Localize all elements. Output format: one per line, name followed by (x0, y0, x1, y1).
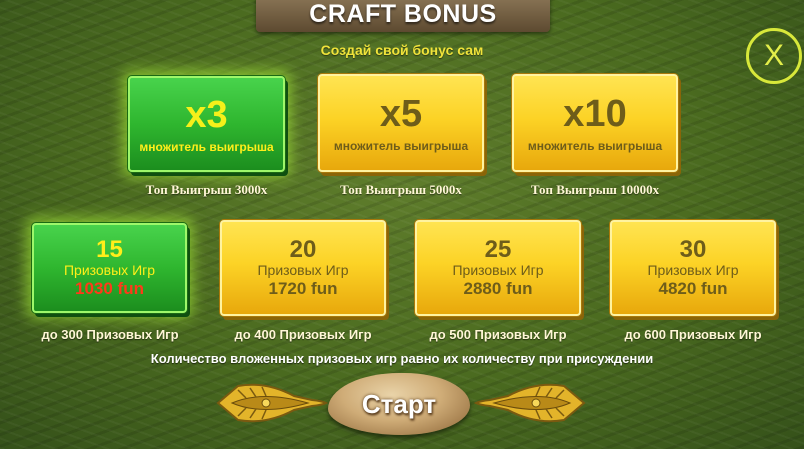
multiplier-caption: Топ Выигрыш 5000x (340, 182, 462, 197)
free-games-count: 30 (679, 235, 707, 263)
start-button[interactable]: Старт (328, 373, 470, 435)
free-games-count: 20 (289, 235, 317, 263)
title-board: CRAFT BONUS (256, 0, 550, 32)
free-games-label: Призовых Игр (647, 261, 739, 278)
left-ornament-icon (216, 383, 328, 423)
close-button[interactable]: X (746, 28, 802, 84)
free-games-30-button[interactable]: 30 Призовых Игр 4820 fun (610, 220, 776, 316)
multiplier-value: x5 (379, 92, 423, 135)
free-games-20-button[interactable]: 20 Призовых Игр 1720 fun (220, 220, 386, 316)
multiplier-value: x3 (185, 93, 228, 136)
free-games-price: 1720 fun (268, 278, 338, 298)
multiplier-x3-button[interactable]: x3 множитель выигрыша (128, 76, 285, 172)
right-ornament-icon (474, 383, 586, 423)
free-games-label: Призовых Игр (452, 261, 544, 278)
free-games-15-button[interactable]: 15 Призовых Игр 1030 fun (32, 223, 187, 313)
close-icon: X (763, 39, 784, 72)
multiplier-value: x10 (563, 92, 627, 135)
free-games-label: Призовых Игр (63, 261, 156, 278)
multiplier-caption: Топ Выигрыш 3000x (145, 182, 268, 197)
free-games-caption: до 600 Призовых Игр (624, 327, 762, 342)
multiplier-x5-button[interactable]: x5 множитель выигрыша (318, 74, 484, 172)
free-games-price: 4820 fun (658, 278, 728, 298)
multiplier-label: множитель выигрыша (139, 139, 274, 154)
free-games-label: Призовых Игр (257, 261, 349, 278)
free-games-count: 15 (96, 235, 123, 263)
multiplier-label: множитель выигрыша (333, 138, 469, 153)
free-games-caption: до 400 Призовых Игр (234, 327, 372, 342)
page-title: CRAFT BONUS (309, 0, 497, 28)
start-label: Старт (361, 388, 437, 419)
multiplier-x10-button[interactable]: x10 множитель выигрыша (512, 74, 678, 172)
free-games-caption: до 300 Призовых Игр (41, 327, 179, 342)
free-games-25-button[interactable]: 25 Призовых Игр 2880 fun (415, 220, 581, 316)
multiplier-label: множитель выигрыша (527, 138, 663, 153)
multiplier-caption: Топ Выигрыш 10000x (530, 182, 660, 197)
page-subtitle: Создай свой бонус сам (320, 42, 484, 58)
free-games-caption: до 500 Призовых Игр (429, 327, 567, 342)
free-games-price: 2880 fun (463, 278, 533, 298)
info-note: Количество вложенных призовых игр равно … (150, 351, 654, 366)
free-games-price: 1030 fun (75, 278, 144, 298)
free-games-count: 25 (484, 235, 512, 263)
